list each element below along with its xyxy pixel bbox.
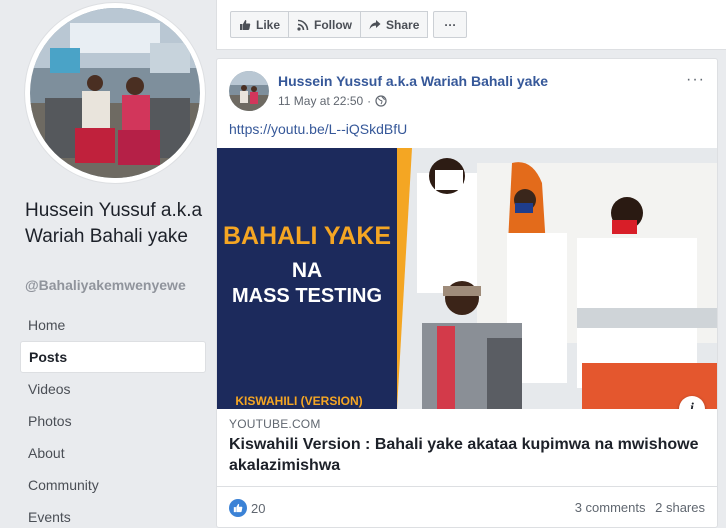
more-options-button[interactable]: ··· bbox=[433, 11, 468, 38]
post-author[interactable]: Hussein Yussuf a.k.a Wariah Bahali yake bbox=[278, 73, 548, 89]
post-text-link[interactable]: https://youtu.be/L--iQSkdBfU bbox=[229, 121, 407, 137]
page-action-bar: Like Follow Share ··· bbox=[216, 0, 726, 50]
thumbnail-title-line1: BAHALI YAKE bbox=[223, 222, 391, 250]
follow-button[interactable]: Follow bbox=[288, 11, 362, 38]
rss-icon bbox=[297, 19, 309, 31]
page-username[interactable]: @Bahaliyakemwenyewe bbox=[25, 277, 186, 293]
nav-item-photos[interactable]: Photos bbox=[20, 405, 206, 437]
post-options-icon[interactable]: ··· bbox=[686, 71, 705, 89]
share-button[interactable]: Share bbox=[360, 11, 429, 38]
post-card: Hussein Yussuf a.k.a Wariah Bahali yake … bbox=[216, 58, 718, 528]
like-page-button[interactable]: Like bbox=[230, 11, 290, 38]
video-thumbnail[interactable]: BAHALI YAKE NA MASS TESTING KISWAHILI (V… bbox=[217, 148, 717, 409]
follow-button-label: Follow bbox=[314, 17, 353, 32]
like-reaction-icon bbox=[229, 499, 247, 517]
nav-item-home[interactable]: Home bbox=[20, 309, 206, 341]
share-arrow-icon bbox=[369, 19, 381, 29]
post-stats: 20 3 comments 2 shares bbox=[217, 487, 717, 527]
link-domain: YOUTUBE.COM bbox=[229, 417, 321, 431]
thumbnail-title-line2: NA bbox=[292, 259, 322, 282]
thumbnail-title-line3: MASS TESTING bbox=[232, 285, 382, 307]
reactions-count: 20 bbox=[251, 500, 266, 516]
page-title[interactable]: Hussein Yussuf a.k.a Wariah Bahali yake bbox=[25, 198, 210, 250]
thumbnail-footer: KISWAHILI (VERSION) bbox=[235, 394, 362, 408]
page-nav: Home Posts Videos Photos About Community… bbox=[20, 309, 206, 528]
reactions-summary[interactable]: 20 bbox=[229, 499, 265, 517]
nav-item-posts[interactable]: Posts bbox=[20, 341, 206, 373]
nav-item-about[interactable]: About bbox=[20, 437, 206, 469]
nav-item-events[interactable]: Events bbox=[20, 501, 206, 528]
comments-count[interactable]: 3 comments bbox=[575, 500, 646, 515]
shares-count[interactable]: 2 shares bbox=[655, 500, 705, 515]
page-sidebar: Hussein Yussuf a.k.a Wariah Bahali yake … bbox=[0, 0, 216, 528]
like-button-label: Like bbox=[256, 17, 281, 32]
profile-picture bbox=[30, 8, 200, 178]
more-dots-icon: ··· bbox=[444, 17, 457, 32]
author-avatar[interactable] bbox=[229, 71, 269, 111]
engagement-counts: 3 comments 2 shares bbox=[575, 500, 705, 515]
link-title[interactable]: Kiswahili Version : Bahali yake akataa k… bbox=[229, 434, 709, 476]
globe-icon[interactable] bbox=[375, 95, 387, 107]
thumbs-up-icon bbox=[240, 19, 251, 30]
post-timestamp[interactable]: 11 May at 22:50 bbox=[278, 94, 363, 108]
link-preview[interactable]: YOUTUBE.COM Kiswahili Version : Bahali y… bbox=[217, 409, 717, 487]
nav-item-videos[interactable]: Videos bbox=[20, 373, 206, 405]
meta-separator: · bbox=[367, 94, 372, 108]
profile-picture-frame[interactable] bbox=[25, 3, 205, 183]
post-meta: 11 May at 22:50 · bbox=[278, 94, 387, 108]
nav-item-community[interactable]: Community bbox=[20, 469, 206, 501]
share-button-label: Share bbox=[386, 17, 420, 32]
